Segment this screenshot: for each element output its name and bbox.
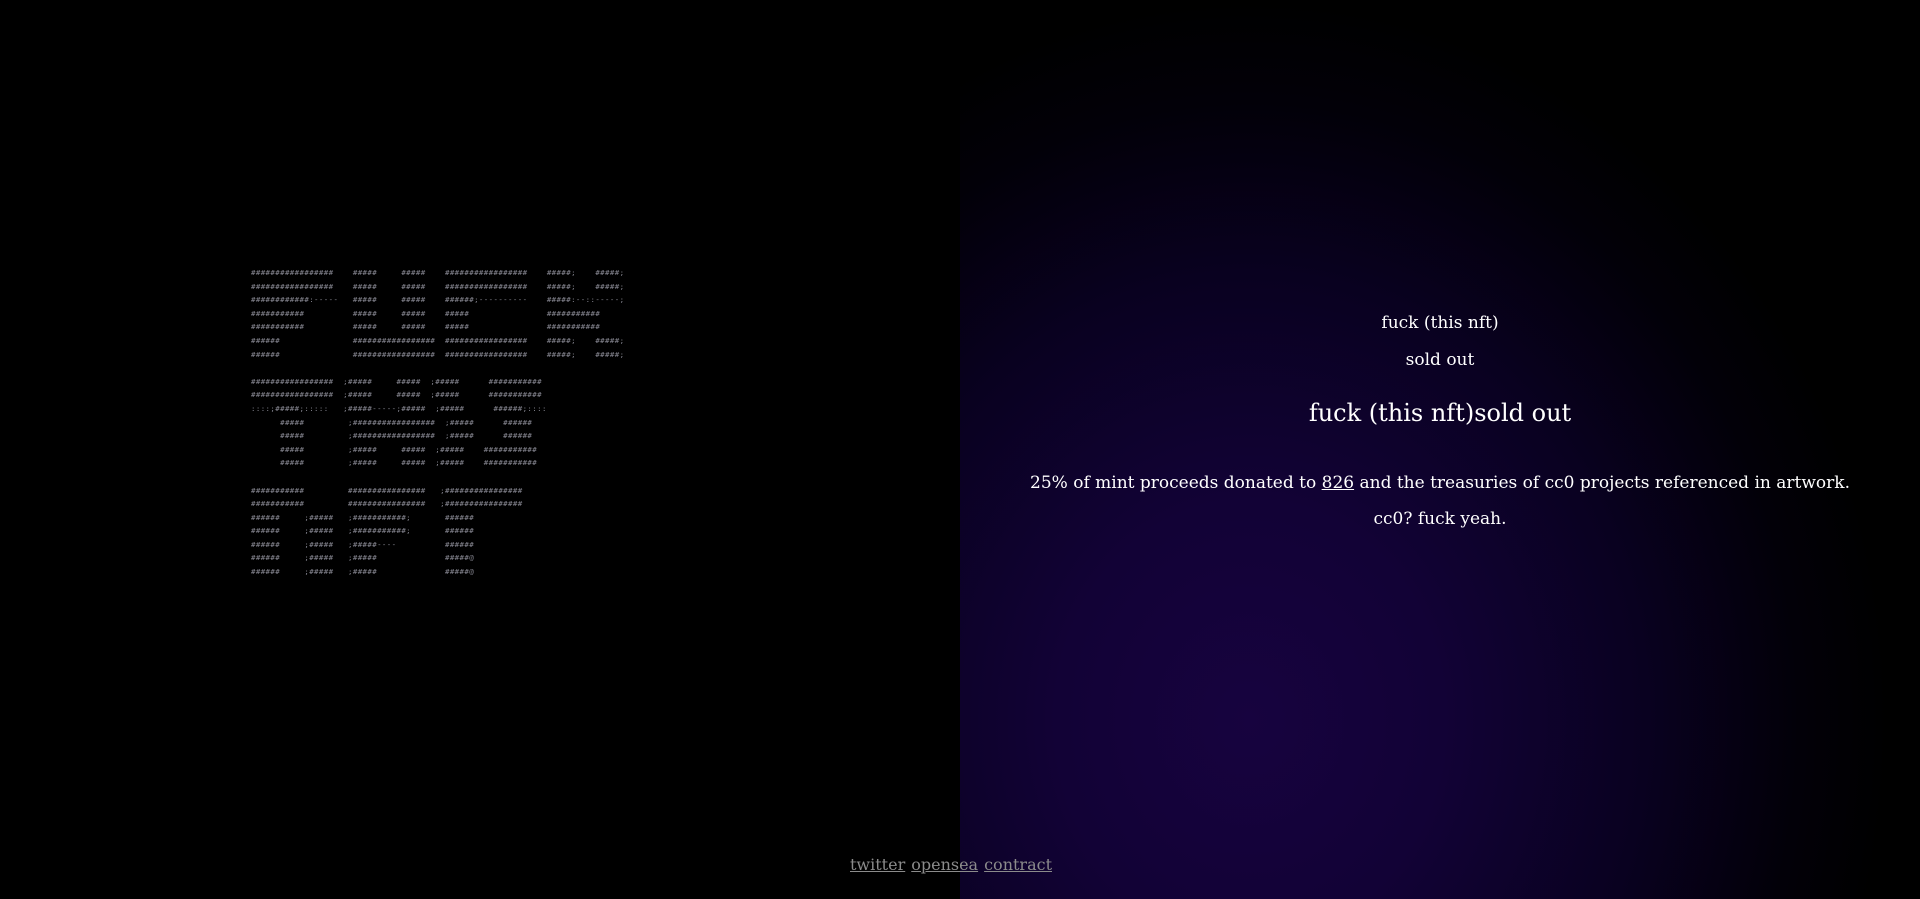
twitter-link[interactable]: twitter xyxy=(850,855,905,874)
donation-suffix: and the treasuries of cc0 projects refer… xyxy=(1354,473,1850,493)
ascii-line: ##### ;################# ;##### ###### xyxy=(251,431,557,441)
ascii-line: ################# ##### ##### ##########… xyxy=(251,268,625,277)
opensea-link[interactable]: opensea xyxy=(911,855,978,874)
ascii-line: ###### ;##### ;#####---- ###### xyxy=(251,539,523,549)
contract-link[interactable]: contract xyxy=(984,855,1052,874)
donation-link-826[interactable]: 826 xyxy=(1322,473,1354,493)
ascii-line: ########### ##### ##### ##### ##########… xyxy=(251,308,625,318)
ascii-line: ############:----- ##### ##### ######;--… xyxy=(251,295,625,305)
ascii-artwork: ################# ##### ##### ##########… xyxy=(251,266,624,579)
ascii-line: ###### ;##### ;##### #####@ xyxy=(251,553,523,563)
ascii-line: ###### ;##### ;###########; ###### xyxy=(251,526,523,536)
ascii-line xyxy=(251,361,624,375)
ascii-line: ::::;#####;::::: ;#####-----;##### ;####… xyxy=(251,403,547,413)
page: ################# ##### ##### ##########… xyxy=(0,0,1920,899)
ascii-line: ##### ;##### ##### ;##### ########### xyxy=(251,458,557,468)
donation-prefix: 25% of mint proceeds donated to xyxy=(1030,473,1322,493)
ascii-line: ###### ;##### ;###########; ###### xyxy=(251,512,523,522)
artwork-panel: ################# ##### ##### ##########… xyxy=(0,0,960,899)
ascii-line: ################# ;##### ##### ;##### ##… xyxy=(251,390,542,400)
ascii-line xyxy=(251,470,624,484)
nft-name: fuck (this nft) xyxy=(1381,313,1499,333)
sale-status: sold out xyxy=(1405,350,1475,370)
ascii-line: ##### ;##### ##### ;##### ########### xyxy=(251,444,557,454)
ascii-line: ########### ################ ;##########… xyxy=(251,485,523,495)
ascii-line: ########### ################ ;##########… xyxy=(251,499,523,509)
ascii-line: ################# ;##### ##### ;##### ##… xyxy=(251,376,542,386)
donation-text: 25% of mint proceeds donated to 826 and … xyxy=(1010,471,1870,495)
ascii-line: ##### ;################# ;##### ###### xyxy=(251,417,557,427)
ascii-line: ###### ################# ###############… xyxy=(251,335,625,345)
page-heading: fuck (this nft)sold out xyxy=(1308,399,1572,427)
ascii-line: ########### ##### ##### ##### ##########… xyxy=(251,322,625,332)
ascii-line: ################# ##### ##### ##########… xyxy=(251,281,625,291)
motto: cc0? fuck yeah. xyxy=(1373,509,1507,529)
footer-links: twitter opensea contract xyxy=(850,855,1058,875)
info-section: fuck (this nft) sold out fuck (this nft)… xyxy=(1010,310,1870,531)
ascii-line: ###### ################# ###############… xyxy=(251,349,625,359)
ascii-line: ###### ;##### ;##### #####@ xyxy=(251,567,523,577)
